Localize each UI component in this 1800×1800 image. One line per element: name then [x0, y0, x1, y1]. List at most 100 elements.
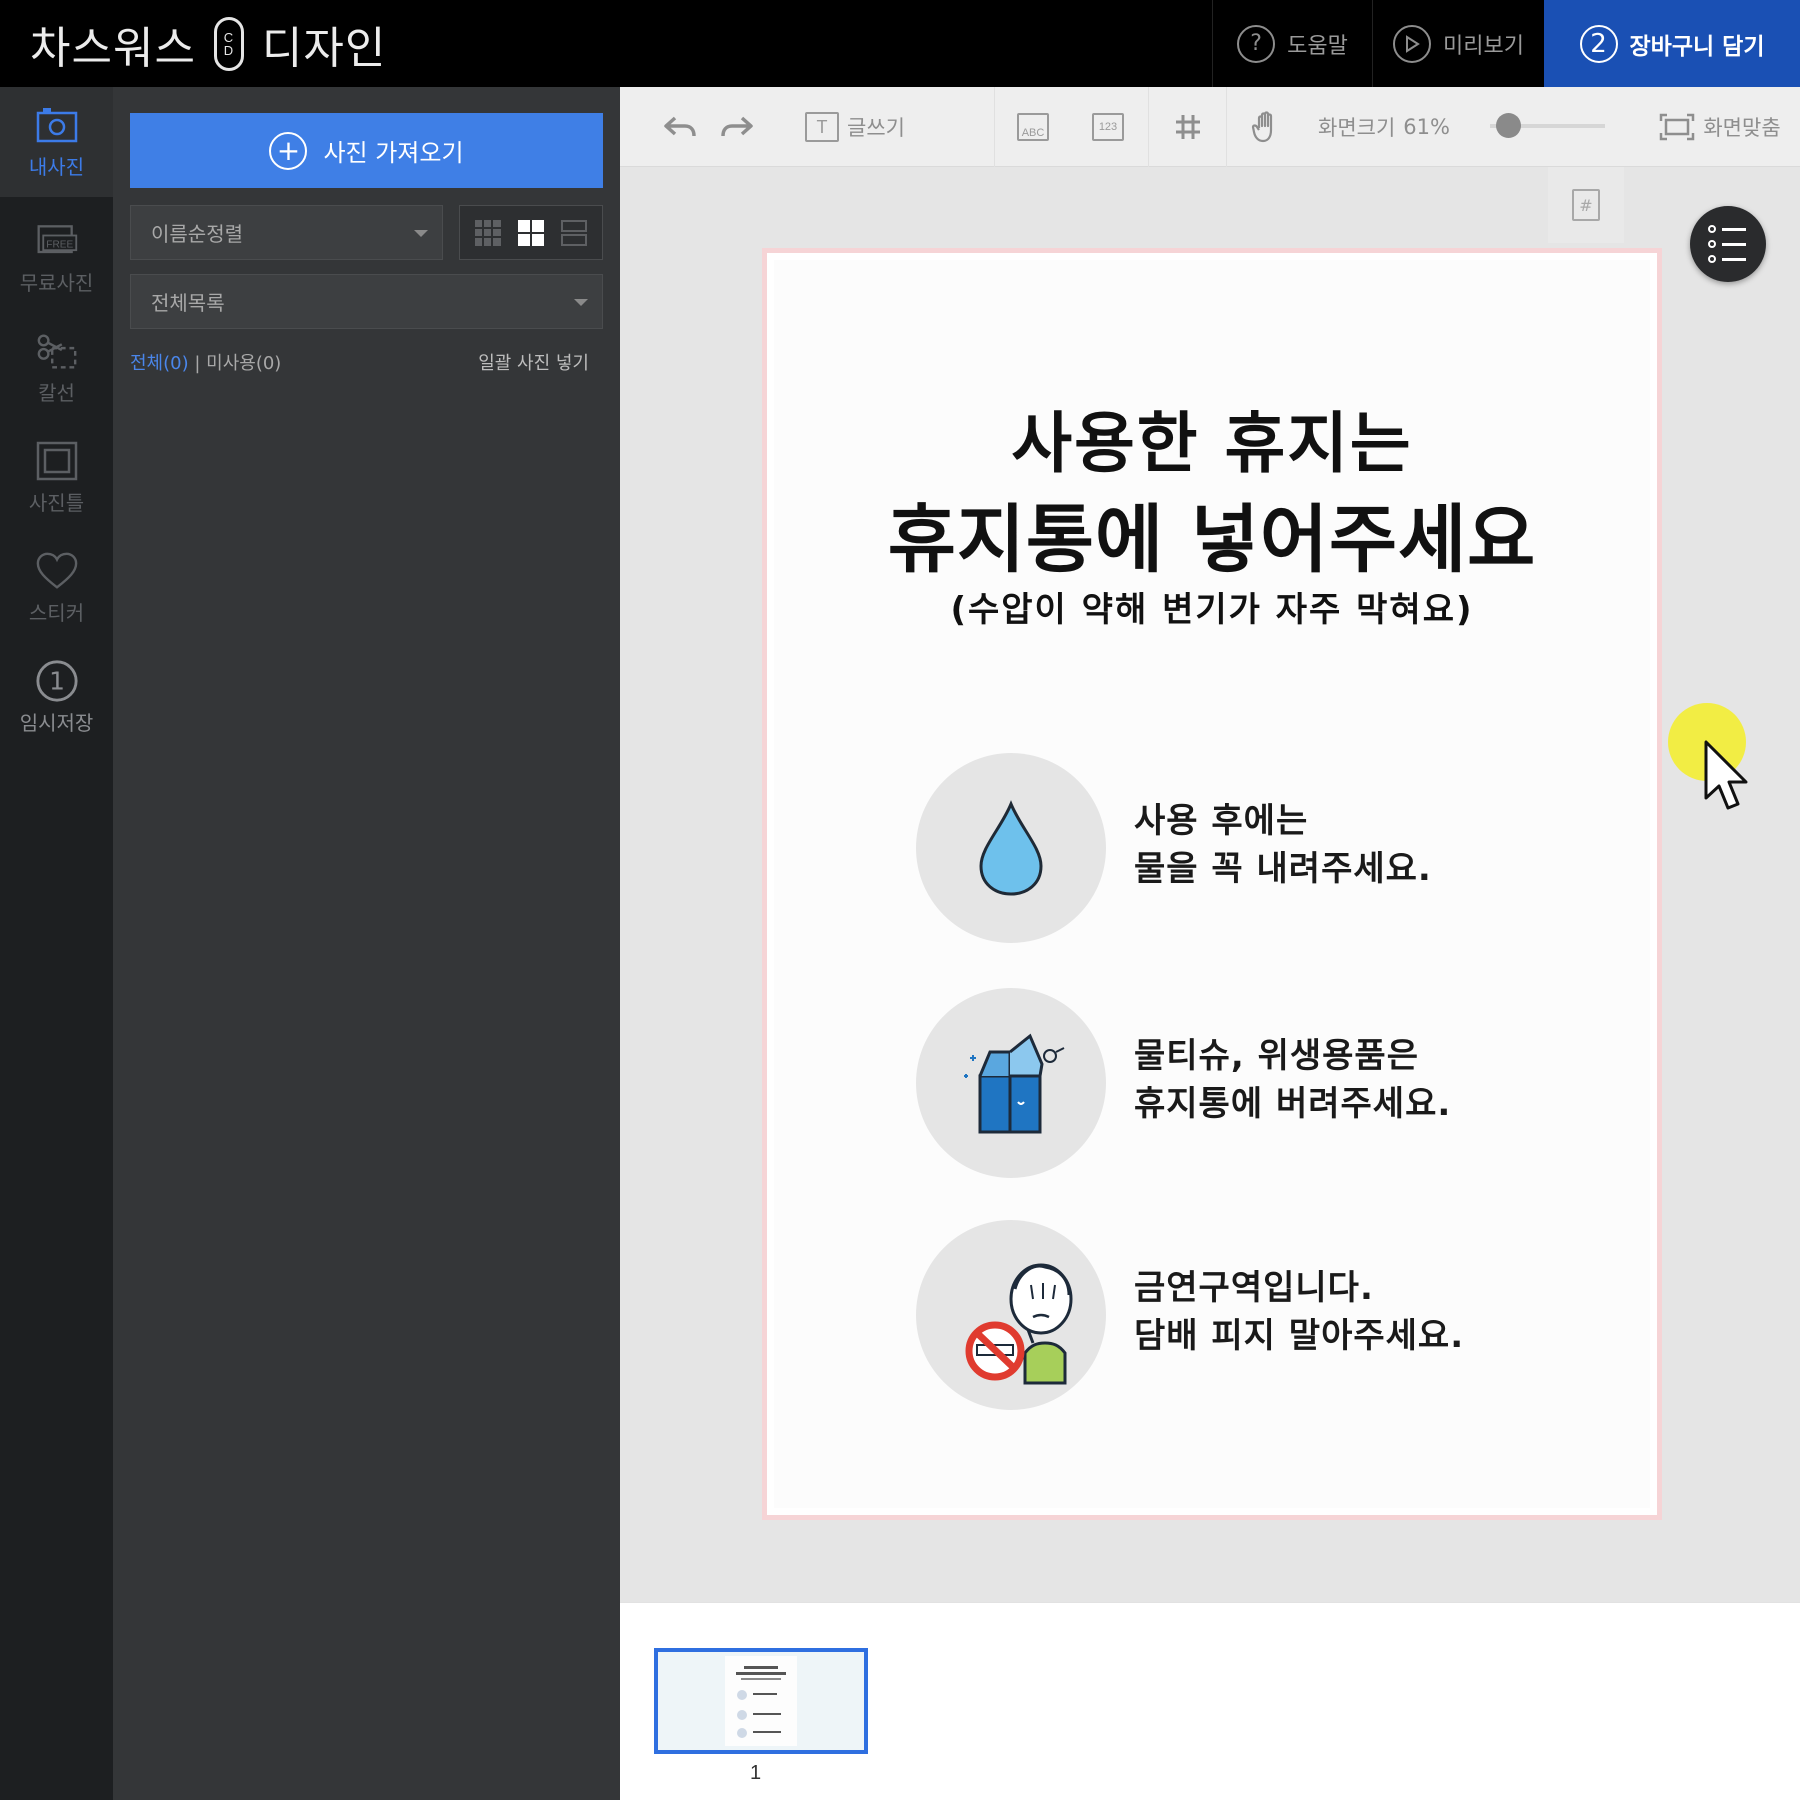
frame-icon [35, 441, 79, 481]
water-drop-icon [916, 753, 1106, 943]
poster-item-line-2: 물을 꼭 내려주세요. [1134, 849, 1432, 889]
brand-name-right: 디자인 [261, 23, 387, 74]
brand-logo[interactable]: 차스워스 C D 디자인 [30, 16, 386, 74]
redo-icon [721, 116, 753, 137]
help-button[interactable]: ? 도움말 [1212, 0, 1372, 87]
svg-text:1: 1 [49, 666, 65, 695]
rail-item-sticker[interactable]: 스티커 [0, 533, 113, 643]
poster-item-line-2: 휴지통에 버려주세요. [1134, 1084, 1452, 1124]
rail-label-cut-line: 칼선 [38, 380, 75, 405]
abc-text-button[interactable]: ABC [1003, 87, 1063, 167]
rail-label-my-photos: 내사진 [28, 154, 85, 179]
zoom-label-group: 화면크기 61% [1318, 87, 1458, 167]
grid-toggle-button[interactable] [1158, 87, 1218, 167]
question-icon: ? [1237, 24, 1276, 63]
poster-design[interactable]: 사용한 휴지는 휴지통에 넣어주세요 (수압이 약해 변기가 자주 막혀요) 사… [774, 260, 1650, 1508]
list-view-icon[interactable] [561, 219, 588, 246]
toolbar-divider [1226, 87, 1227, 167]
number-icon: 123 [1092, 113, 1124, 141]
filter-all-link[interactable]: 전체(0) [130, 353, 189, 374]
play-icon [1393, 24, 1432, 63]
folder-value: 전체목록 [151, 291, 225, 315]
add-to-cart-button[interactable]: 2 장바구니 담기 [1544, 0, 1800, 87]
grid-large-icon[interactable] [517, 219, 544, 246]
toolbar-divider [994, 87, 995, 167]
abc-icon: ABC [1017, 113, 1049, 141]
page-thumbnail-preview [725, 1656, 797, 1746]
save-slot-icon: 1 [35, 659, 79, 702]
list-icon-row [1708, 225, 1766, 233]
fit-screen-label: 화면맞춤 [1703, 116, 1781, 140]
rail-item-temp-save[interactable]: 1 임시저장 [0, 643, 113, 753]
top-bar: 차스워스 C D 디자인 ? 도움말 미리보기 2 장바구니 담기 [0, 0, 1800, 87]
rail-label-photo-frame: 사진틀 [28, 490, 85, 515]
import-photos-label: 사진 가져오기 [323, 139, 464, 167]
poster-item-line-1: 사용 후에는 [1134, 801, 1309, 841]
brand-cd-icon: C D [213, 17, 244, 71]
brand-name-left: 차스워스 [30, 23, 196, 74]
text-tool-label: 글쓰기 [847, 116, 905, 140]
page-thumbnail-number: 1 [750, 1762, 762, 1784]
layer-list-button[interactable] [1690, 206, 1766, 282]
text-box-icon: T [805, 112, 840, 142]
rail-item-photo-frame[interactable]: 사진틀 [0, 423, 113, 533]
toolbar-divider [1148, 87, 1149, 167]
photo-panel: + 사진 가져오기 이름순정렬 전체목록 전체(0) | 미사용(0) 일괄 사… [113, 87, 620, 1800]
mouse-pointer-icon [1704, 740, 1748, 810]
camera-icon [35, 105, 79, 145]
trash-bin-icon [916, 988, 1106, 1178]
poster-item-text: 물티슈, 위생용품은 휴지통에 버려주세요. [1134, 1032, 1451, 1128]
chevron-down-icon [574, 299, 588, 306]
view-mode-toggle [459, 205, 603, 260]
poster-item-text: 금연구역입니다. 담배 피지 말아주세요. [1134, 1264, 1464, 1360]
scissors-icon [35, 331, 79, 371]
no-smoking-icon [916, 1220, 1106, 1410]
poster-subtitle[interactable]: (수압이 약해 변기가 자주 막혀요) [774, 582, 1650, 631]
filter-unused-link[interactable]: 미사용(0) [206, 353, 281, 374]
rail-item-free-photos[interactable]: FREE 무료사진 [0, 203, 113, 313]
heart-icon [35, 551, 79, 591]
filter-separator: | [188, 353, 207, 374]
rail-item-cut-line[interactable]: 칼선 [0, 313, 113, 423]
hand-icon [1251, 111, 1273, 143]
grid-small-icon[interactable] [474, 219, 501, 246]
page-number-tab[interactable]: # [1548, 167, 1624, 243]
folder-select[interactable]: 전체목록 [130, 274, 603, 329]
chevron-down-icon [414, 230, 428, 237]
poster-item-text: 사용 후에는 물을 꼭 내려주세요. [1134, 797, 1432, 893]
hand-tool-button[interactable] [1236, 87, 1296, 167]
poster-item-line-2: 담배 피지 말아주세요. [1134, 1316, 1465, 1356]
list-icon-row [1708, 240, 1766, 248]
sort-select[interactable]: 이름순정렬 [130, 205, 443, 260]
text-tool-button[interactable]: T 글쓰기 [795, 87, 915, 167]
preview-button[interactable]: 미리보기 [1372, 0, 1544, 87]
sort-value: 이름순정렬 [151, 222, 243, 246]
brand-logo-d: D [223, 43, 235, 58]
redo-button[interactable] [697, 87, 777, 167]
zoom-slider-handle[interactable] [1496, 113, 1521, 138]
rail-label-sticker: 스티커 [28, 600, 85, 625]
undo-icon [664, 116, 696, 137]
poster-item-line-1: 물티슈, 위생용품은 [1134, 1036, 1419, 1076]
rail-item-my-photos[interactable]: 내사진 [0, 87, 113, 197]
poster-item-flush[interactable]: 사용 후에는 물을 꼭 내려주세요. [916, 753, 1636, 943]
list-icon-row [1708, 255, 1766, 263]
step-two-icon: 2 [1579, 24, 1618, 63]
fit-screen-button[interactable]: 화면맞춤 [1640, 87, 1800, 167]
rail-label-free-photos: 무료사진 [19, 270, 94, 295]
poster-item-trash[interactable]: 물티슈, 위생용품은 휴지통에 버려주세요. [916, 988, 1636, 1178]
poster-title-line-1[interactable]: 사용한 휴지는 [774, 390, 1650, 486]
poster-item-line-1: 금연구역입니다. [1134, 1268, 1374, 1308]
bulk-insert-link[interactable]: 일괄 사진 넣기 [478, 349, 589, 375]
grid-hash-icon [1176, 115, 1200, 139]
poster-title-line-2[interactable]: 휴지통에 넣어주세요 [774, 480, 1650, 587]
zoom-value: 61% [1403, 115, 1450, 139]
rail-label-temp-save: 임시저장 [19, 710, 94, 735]
page-thumbnail[interactable] [654, 1648, 868, 1754]
number-text-button[interactable]: 123 [1078, 87, 1138, 167]
cart-label: 장바구니 담기 [1629, 33, 1765, 60]
import-photos-button[interactable]: + 사진 가져오기 [130, 113, 603, 188]
help-label: 도움말 [1287, 33, 1348, 59]
poster-item-no-smoking[interactable]: 금연구역입니다. 담배 피지 말아주세요. [916, 1220, 1636, 1410]
tool-rail: 내사진 FREE 무료사진 칼선 사진틀 스티커 1 임시저장 [0, 87, 113, 1800]
